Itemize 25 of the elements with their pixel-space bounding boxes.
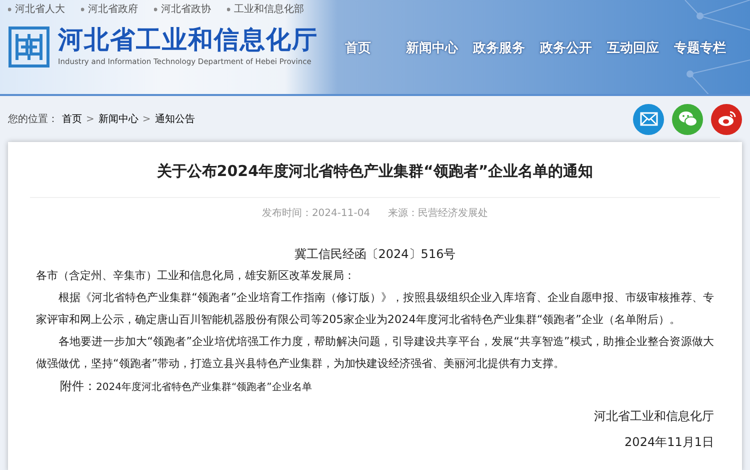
- chat-bubbles-icon: [678, 109, 698, 129]
- share-button[interactable]: [633, 104, 664, 134]
- logo-icon: [8, 26, 50, 68]
- breadcrumb-separator: >: [86, 112, 94, 126]
- breadcrumb-link[interactable]: 新闻中心: [98, 112, 138, 126]
- site-title: 河北省工业和信息化厅: [58, 26, 318, 52]
- article-meta: 来源：民营经济发展处: [388, 206, 488, 220]
- breadcrumb-link[interactable]: 通知公告: [154, 112, 195, 126]
- article-meta: 发布时间：2024-11-04: [262, 206, 370, 220]
- body-paragraph: 各地要进一步加大“领跑者”企业培优培强工作力度，帮助解决问题，引导建设共享平台，发展“共享智造”模式，助推企业整合资源做大做强做优，坚持“领跑者”带动，打造立县兴县特色产业集群，为加快建设经济强省、美丽河北提供有力支撑。: [36, 334, 714, 372]
- salutation: 各市（含定州、辛集市）工业和信息化局，雄安新区改革发展局：: [36, 268, 356, 284]
- nav-link[interactable]: 专题专栏: [674, 39, 726, 58]
- article-title: 关于公布2024年度河北省特色产业集群“领跑者”企业名单的通知: [30, 142, 720, 198]
- signature-date: 2024年11月1日: [624, 434, 714, 448]
- breadcrumb-link[interactable]: 首页: [62, 112, 82, 126]
- share-button[interactable]: [711, 104, 742, 134]
- attachment-label: 附件：: [60, 378, 96, 392]
- breadcrumb-label: 您的位置：: [8, 112, 58, 126]
- attachment-link[interactable]: 2024年度河北省特色产业集群“领跑者”企业名单: [96, 382, 312, 392]
- body-paragraph: 根据《河北省特色产业集群“领跑者”企业培育工作指南（修订版）》，按照县级组织企业入库培育、企业自愿申报、市级审核推荐、专家评审和网上公示，确定唐山百川智能机器股份有限公司等205家企业为2024年度河北省特色产业集群“领跑者”企业（名单附后）。: [36, 290, 714, 328]
- signature-org: 河北省工业和信息化厅: [594, 408, 714, 422]
- weibo-icon: [716, 109, 736, 129]
- share-button[interactable]: [672, 104, 703, 134]
- breadcrumb-separator: >: [142, 112, 151, 126]
- document-number: 冀工信民经函〔2024〕516号: [293, 246, 457, 262]
